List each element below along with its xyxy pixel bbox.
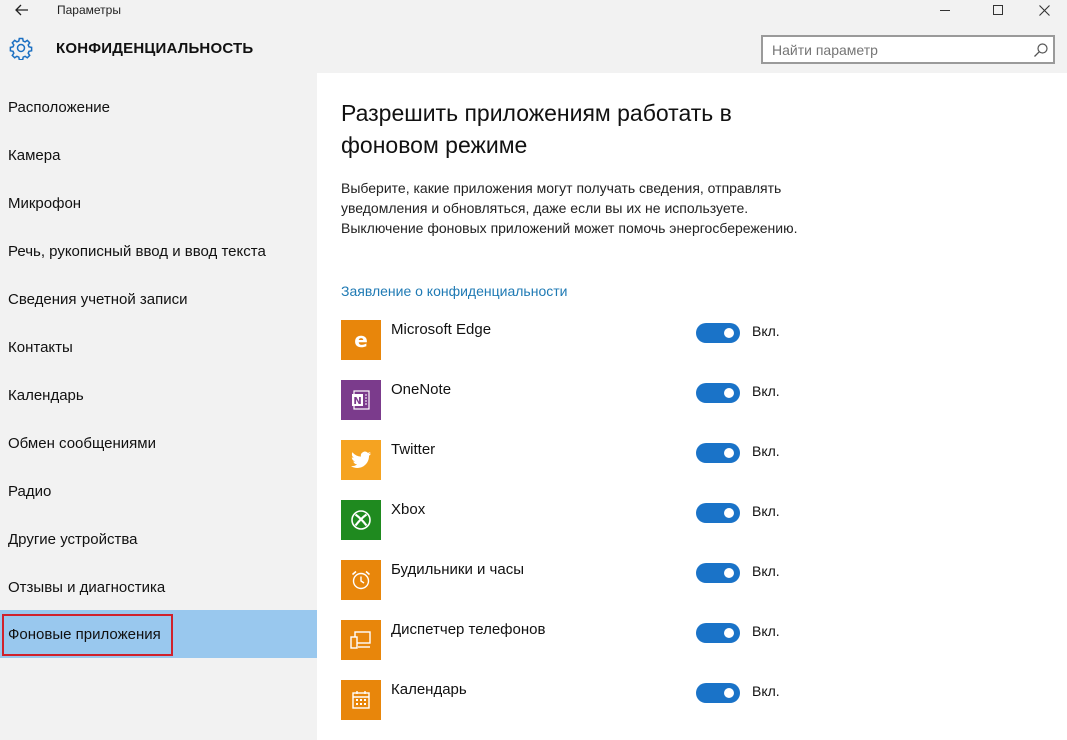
- svg-text:e: e: [354, 329, 368, 351]
- page-header: КОНФИДЕНЦИАЛЬНОСТЬ: [0, 20, 1067, 73]
- svg-text:N: N: [353, 396, 361, 407]
- sidebar-item-camera[interactable]: Камера: [0, 131, 317, 179]
- maximize-icon: [993, 5, 1003, 15]
- twitter-bird-icon: [341, 440, 381, 480]
- sidebar-item-background-apps[interactable]: Фоновые приложения: [0, 610, 317, 658]
- background-toggle[interactable]: [696, 383, 740, 403]
- sidebar-item-microphone[interactable]: Микрофон: [0, 179, 317, 227]
- window-title: Параметры: [57, 3, 121, 17]
- app-name: Диспетчер телефонов: [391, 621, 546, 638]
- sidebar-item-label: Другие устройства: [8, 530, 138, 548]
- sidebar-item-label: Отзывы и диагностика: [8, 578, 166, 596]
- sidebar-item-label: Камера: [8, 146, 61, 164]
- main-content: Разрешить приложениям работать в фоновом…: [317, 73, 1067, 740]
- sidebar: Расположение Камера Микрофон Речь, рукоп…: [0, 73, 317, 740]
- sidebar-item-label: Речь, рукописный ввод и ввод текста: [8, 242, 266, 260]
- background-toggle[interactable]: [696, 683, 740, 703]
- sidebar-item-label: Контакты: [8, 338, 73, 356]
- highlight-outline: [2, 614, 173, 656]
- page-description: Выберите, какие приложения могут получат…: [341, 180, 798, 236]
- calendar-icon: [341, 680, 381, 720]
- title-bar: Параметры: [0, 0, 1067, 20]
- alarm-clock-icon: [341, 560, 381, 600]
- maximize-button[interactable]: [975, 0, 1021, 20]
- sidebar-item-label: Обмен сообщениями: [8, 434, 156, 452]
- toggle-knob: [724, 688, 734, 698]
- app-name: Twitter: [391, 441, 436, 458]
- app-name: Календарь: [391, 681, 467, 698]
- search-input[interactable]: [763, 37, 1025, 62]
- close-button[interactable]: [1021, 0, 1067, 20]
- background-toggle[interactable]: [696, 563, 740, 583]
- app-row-microsoft-edge: e Microsoft Edge Вкл.: [341, 320, 811, 360]
- toggle-knob: [724, 508, 734, 518]
- app-row-xbox: Xbox Вкл.: [341, 500, 811, 540]
- background-toggle[interactable]: [696, 623, 740, 643]
- sidebar-item-messaging[interactable]: Обмен сообщениями: [0, 419, 317, 467]
- app-row-alarms-clock: Будильники и часы Вкл.: [341, 560, 811, 600]
- toggle-state-label: Вкл.: [752, 323, 780, 339]
- app-name: OneNote: [391, 381, 452, 398]
- onenote-icon: N: [341, 380, 381, 420]
- sidebar-item-speech[interactable]: Речь, рукописный ввод и ввод текста: [0, 227, 317, 275]
- close-icon: [1038, 4, 1050, 16]
- toggle-knob: [724, 568, 734, 578]
- sidebar-item-feedback[interactable]: Отзывы и диагностика: [0, 563, 317, 611]
- section-title: КОНФИДЕНЦИАЛЬНОСТЬ: [56, 40, 254, 57]
- toggle-state-label: Вкл.: [752, 563, 780, 579]
- app-name: Xbox: [391, 501, 426, 518]
- gear-icon: [9, 37, 33, 60]
- background-toggle[interactable]: [696, 443, 740, 463]
- toggle-state-label: Вкл.: [752, 443, 780, 459]
- app-name: Будильники и часы: [391, 561, 524, 578]
- background-toggle[interactable]: [696, 323, 740, 343]
- minimize-icon: [940, 9, 950, 11]
- app-row-twitter: Twitter Вкл.: [341, 440, 811, 480]
- sidebar-item-label: Радио: [8, 482, 52, 500]
- phone-companion-icon: [341, 620, 381, 660]
- search-icon[interactable]: [1033, 42, 1049, 58]
- back-arrow-icon[interactable]: [10, 0, 34, 20]
- privacy-statement-link[interactable]: Заявление о конфиденциальности: [341, 283, 567, 299]
- toggle-state-label: Вкл.: [752, 623, 780, 639]
- toggle-knob: [724, 448, 734, 458]
- sidebar-item-label: Микрофон: [8, 194, 82, 212]
- sidebar-item-label: Расположение: [8, 98, 110, 116]
- toggle-state-label: Вкл.: [752, 503, 780, 519]
- sidebar-item-account-info[interactable]: Сведения учетной записи: [0, 275, 317, 323]
- app-row-calendar: Календарь Вкл.: [341, 680, 811, 720]
- sidebar-item-label: Сведения учетной записи: [8, 290, 188, 308]
- toggle-knob: [724, 388, 734, 398]
- xbox-icon: [341, 500, 381, 540]
- page-title: Разрешить приложениям работать в фоновом…: [341, 100, 732, 158]
- toggle-knob: [724, 628, 734, 638]
- minimize-button[interactable]: [922, 0, 968, 20]
- sidebar-item-contacts[interactable]: Контакты: [0, 323, 317, 371]
- toggle-knob: [724, 328, 734, 338]
- app-row-phone-companion: Диспетчер телефонов Вкл.: [341, 620, 811, 660]
- app-name: Microsoft Edge: [391, 321, 492, 338]
- edge-icon: e: [341, 320, 381, 360]
- sidebar-item-other-devices[interactable]: Другие устройства: [0, 515, 317, 563]
- sidebar-item-calendar[interactable]: Календарь: [0, 371, 317, 419]
- app-row-onenote: N OneNote Вкл.: [341, 380, 811, 420]
- sidebar-item-label: Календарь: [8, 386, 84, 404]
- sidebar-item-location[interactable]: Расположение: [0, 83, 317, 131]
- sidebar-item-radios[interactable]: Радио: [0, 467, 317, 515]
- toggle-state-label: Вкл.: [752, 683, 780, 699]
- toggle-state-label: Вкл.: [752, 383, 780, 399]
- search-box[interactable]: [761, 35, 1055, 64]
- background-toggle[interactable]: [696, 503, 740, 523]
